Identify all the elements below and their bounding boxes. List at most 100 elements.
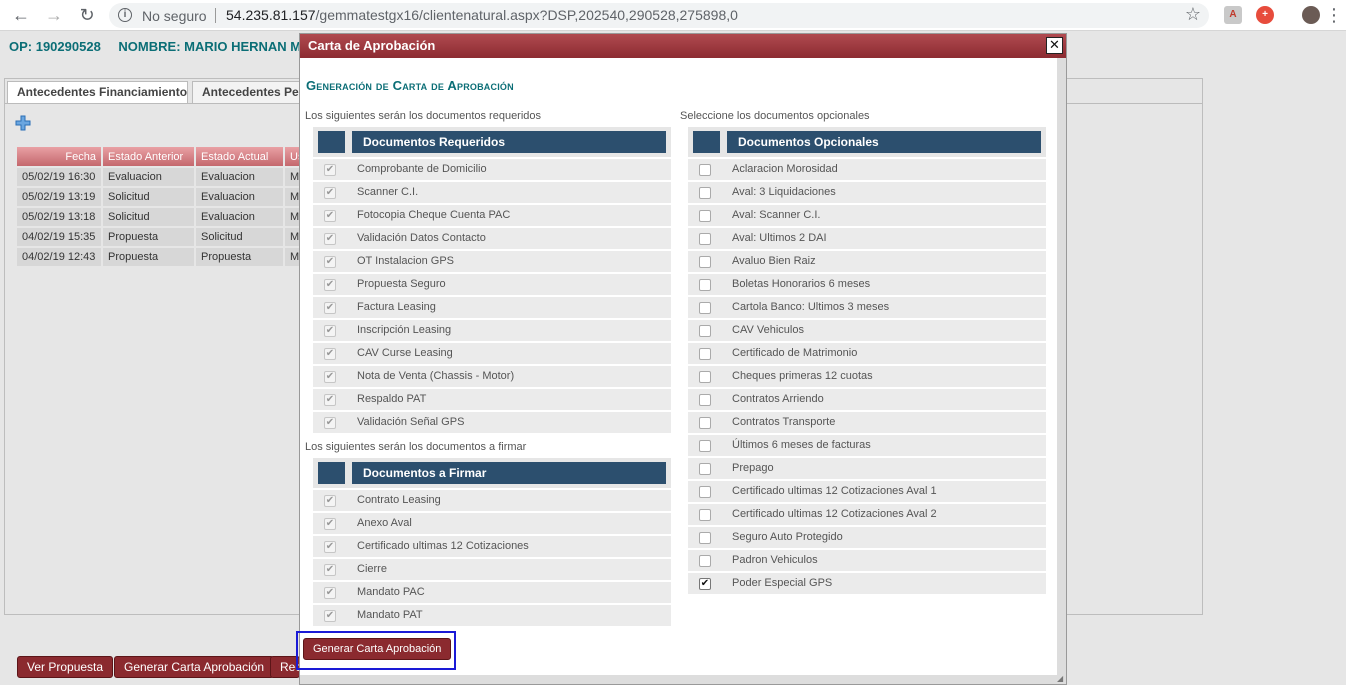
document-row: ✔ CAV Curse Leasing (313, 341, 671, 364)
back-arrow-icon[interactable]: ← (9, 4, 33, 26)
document-checkbox[interactable] (699, 486, 711, 498)
client-name: NOMBRE: MARIO HERNAN ME (118, 39, 310, 54)
pdf-extension-icon[interactable]: A (1224, 6, 1242, 24)
generar-carta-page-button[interactable]: Generar Carta Aprobación (114, 656, 275, 678)
document-checkbox[interactable] (699, 509, 711, 521)
document-checkbox[interactable] (699, 417, 711, 429)
document-label: Padron Vehiculos (732, 554, 818, 566)
bookmark-star-icon[interactable]: ☆ (1185, 4, 1201, 25)
document-row[interactable]: Contratos Transporte (688, 410, 1046, 433)
select-all-box[interactable] (693, 131, 720, 153)
table-row[interactable]: 05/02/19 13:19SolicitudEvaluacionMA (17, 188, 312, 206)
reload-icon[interactable]: ↻ (75, 4, 99, 26)
document-checkbox[interactable] (699, 187, 711, 199)
column-header[interactable]: Estado Anterior (103, 147, 194, 166)
tab-antecedentes-financiamiento[interactable]: Antecedentes Financiamiento (7, 81, 188, 103)
document-checkbox[interactable] (699, 233, 711, 245)
table-row[interactable]: 04/02/19 12:43PropuestaPropuestaMA (17, 248, 312, 266)
table-cell: 05/02/19 13:19 (17, 188, 101, 206)
document-label: Mandato PAC (357, 586, 425, 598)
table-row[interactable]: 04/02/19 15:35PropuestaSolicitudMA (17, 228, 312, 246)
document-row[interactable]: Padron Vehiculos (688, 548, 1046, 571)
document-row: ✔ Respaldo PAT (313, 387, 671, 410)
table-row[interactable]: 05/02/19 16:30EvaluacionEvaluacionMA (17, 168, 312, 186)
optional-docs-title: Documentos Opcionales (727, 131, 1041, 153)
extension-icon[interactable]: + (1256, 6, 1274, 24)
document-checkbox: ✔ (324, 541, 336, 553)
document-row: ✔ Validación Datos Contacto (313, 226, 671, 249)
document-checkbox: ✔ (324, 610, 336, 622)
document-row[interactable]: Contratos Arriendo (688, 387, 1046, 410)
document-checkbox[interactable] (699, 440, 711, 452)
document-row[interactable]: CAV Vehiculos (688, 318, 1046, 341)
document-row[interactable]: Aval: 3 Liquidaciones (688, 180, 1046, 203)
document-checkbox: ✔ (324, 394, 336, 406)
document-row[interactable]: Avaluo Bien Raiz (688, 249, 1046, 272)
document-checkbox[interactable] (699, 302, 711, 314)
document-checkbox[interactable] (699, 256, 711, 268)
document-row[interactable]: Boletas Honorarios 6 meses (688, 272, 1046, 295)
close-icon[interactable]: ✕ (1046, 37, 1063, 54)
profile-avatar-icon[interactable] (1302, 6, 1320, 24)
document-checkbox[interactable] (699, 371, 711, 383)
document-row[interactable]: Certificado ultimas 12 Cotizaciones Aval… (688, 479, 1046, 502)
document-label: Factura Leasing (357, 301, 436, 313)
menu-dots-icon[interactable]: ⋮ (1322, 4, 1346, 26)
document-row: ✔ Fotocopia Cheque Cuenta PAC (313, 203, 671, 226)
table-cell: Solicitud (196, 228, 283, 246)
tab-antecedentes-personales[interactable]: Antecedentes Per (192, 81, 302, 103)
ver-propuesta-button[interactable]: Ver Propuesta (17, 656, 114, 678)
document-row[interactable]: Aval: Scanner C.I. (688, 203, 1046, 226)
column-header[interactable]: Estado Actual (196, 147, 283, 166)
document-row[interactable]: Últimos 6 meses de facturas (688, 433, 1046, 456)
add-plus-icon[interactable] (15, 115, 31, 131)
generar-carta-button[interactable]: Generar Carta Aprobación (303, 638, 452, 660)
document-checkbox[interactable] (699, 279, 711, 291)
sign-docs-header: Documentos a Firmar (313, 458, 671, 488)
document-checkbox: ✔ (324, 325, 336, 337)
column-header[interactable]: Fecha (17, 147, 101, 166)
document-label: Certificado ultimas 12 Cotizaciones Aval… (732, 508, 937, 520)
document-checkbox[interactable]: ✔ (699, 578, 711, 590)
table-row[interactable]: 05/02/19 13:18SolicitudEvaluacionMA (17, 208, 312, 226)
document-checkbox[interactable] (699, 348, 711, 360)
address-bar[interactable]: i No seguro 54.235.81.157/gemmatestgx16/… (109, 3, 1209, 28)
document-checkbox[interactable] (699, 394, 711, 406)
info-icon[interactable]: i (118, 8, 132, 22)
document-row[interactable]: Aval: Ultimos 2 DAI (688, 226, 1046, 249)
document-row[interactable]: Certificado de Matrimonio (688, 341, 1046, 364)
document-row[interactable]: Seguro Auto Protegido (688, 525, 1046, 548)
table-cell: Solicitud (103, 208, 194, 226)
document-row[interactable]: Aclaracion Morosidad (688, 157, 1046, 180)
document-label: Prepago (732, 462, 774, 474)
document-row: ✔ Nota de Venta (Chassis - Motor) (313, 364, 671, 387)
document-row: ✔ Factura Leasing (313, 295, 671, 318)
document-row: ✔ Mandato PAT (313, 603, 671, 626)
document-checkbox[interactable] (699, 532, 711, 544)
document-checkbox: ✔ (324, 233, 336, 245)
document-label: Aval: Scanner C.I. (732, 209, 821, 221)
document-label: Aval: 3 Liquidaciones (732, 186, 836, 198)
document-row[interactable]: Cartola Banco: Ultimos 3 meses (688, 295, 1046, 318)
document-row[interactable]: Cheques primeras 12 cuotas (688, 364, 1046, 387)
document-checkbox: ✔ (324, 164, 336, 176)
optional-docs-header: Documentos Opcionales (688, 127, 1046, 157)
document-checkbox[interactable] (699, 463, 711, 475)
document-checkbox[interactable] (699, 325, 711, 337)
document-label: Inscripción Leasing (357, 324, 452, 336)
resize-grip-icon[interactable]: ◢ (1057, 675, 1065, 683)
document-row[interactable]: Prepago (688, 456, 1046, 479)
security-indicator[interactable]: No seguro (142, 8, 207, 24)
document-checkbox[interactable] (699, 210, 711, 222)
document-row[interactable]: Certificado ultimas 12 Cotizaciones Aval… (688, 502, 1046, 525)
document-row: ✔ Certificado ultimas 12 Cotizaciones (313, 534, 671, 557)
document-checkbox: ✔ (324, 302, 336, 314)
forward-arrow-icon[interactable]: → (42, 4, 66, 26)
dialog-title-bar[interactable]: Carta de Aprobación ✕ (300, 34, 1066, 58)
table-cell: Evaluacion (196, 168, 283, 186)
document-checkbox[interactable] (699, 555, 711, 567)
document-label: Mandato PAT (357, 609, 423, 621)
document-row[interactable]: ✔ Poder Especial GPS (688, 571, 1046, 594)
document-checkbox[interactable] (699, 164, 711, 176)
url-text[interactable]: 54.235.81.157/gemmatestgx16/clientenatur… (226, 7, 738, 23)
